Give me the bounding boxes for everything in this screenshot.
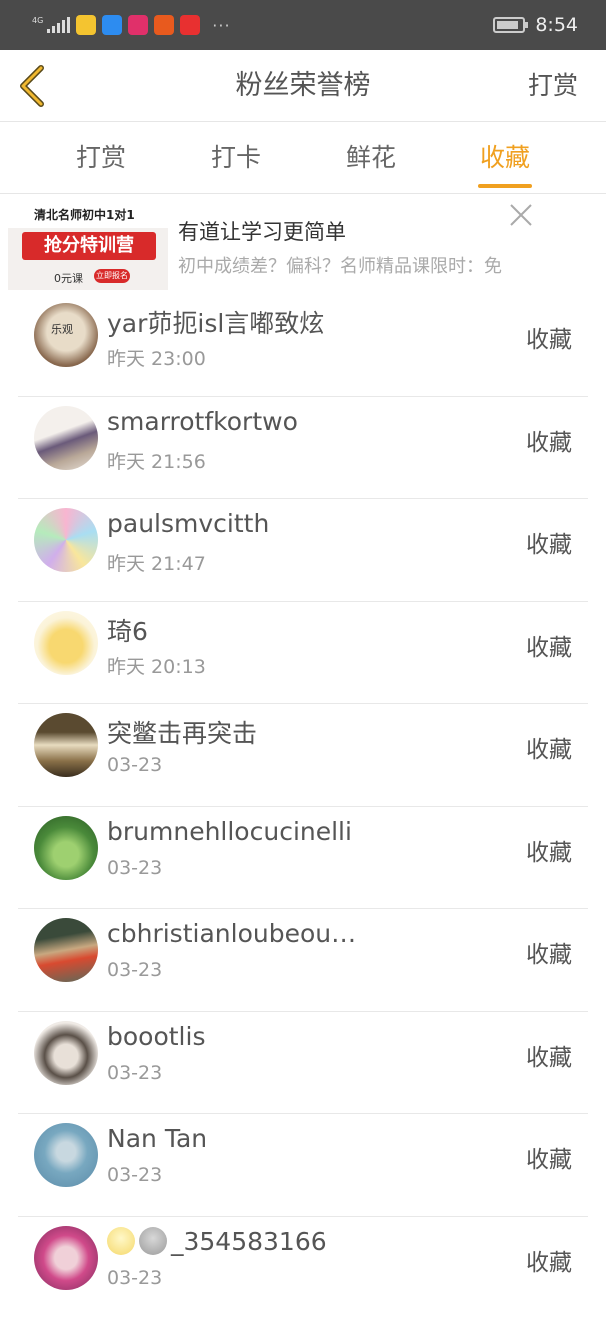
signal-icon: 4G <box>32 17 70 33</box>
app-notification-icon <box>76 15 96 35</box>
avatar[interactable] <box>34 406 98 470</box>
user-name: paulsmvcitth <box>107 509 269 538</box>
action-label: 收藏 <box>526 423 572 457</box>
user-name-text: _354583166 <box>171 1227 327 1256</box>
list-item[interactable]: Nan Tan 03-23 收藏 <box>0 1114 606 1217</box>
nav-bar: 粉丝荣誉榜 打赏 <box>0 50 606 122</box>
action-label: 收藏 <box>526 935 572 969</box>
action-label: 收藏 <box>526 628 572 662</box>
avatar[interactable]: 乐观 <box>34 303 98 367</box>
ad-image-header: 清北名师初中1对1 <box>8 202 168 228</box>
avatar[interactable] <box>34 713 98 777</box>
ad-description: 初中成绩差？偏科？名师精品课限时：免 <box>178 252 594 278</box>
active-tab-indicator <box>478 184 532 188</box>
user-name: _354583166 <box>107 1227 327 1257</box>
timestamp: 03-23 <box>107 1164 162 1186</box>
svg-text:乐观: 乐观 <box>51 323 73 336</box>
avatar[interactable] <box>34 1123 98 1187</box>
user-name: yar茆扼isl言嘟致炫 <box>107 304 324 340</box>
tab-label: 打卡 <box>211 143 261 172</box>
list-item[interactable]: boootlis 03-23 收藏 <box>0 1012 606 1115</box>
status-icons: 4G ··· <box>32 15 231 35</box>
action-label: 收藏 <box>526 833 572 867</box>
action-label: 收藏 <box>526 525 572 559</box>
user-name: 突鳖击再突击 <box>107 714 257 750</box>
avatar[interactable] <box>34 1021 98 1085</box>
tab-flowers[interactable]: 鲜花 <box>316 122 426 194</box>
user-name: Nan Tan <box>107 1124 207 1153</box>
list-item[interactable]: cbhristianloubeou… 03-23 收藏 <box>0 909 606 1012</box>
tab-label: 收藏 <box>480 143 530 172</box>
avatar[interactable] <box>34 508 98 572</box>
avatar[interactable] <box>34 816 98 880</box>
smiley-emoji-icon <box>107 1227 135 1255</box>
timestamp: 03-23 <box>107 1267 162 1289</box>
tab-label: 鲜花 <box>346 143 396 172</box>
app-notification-icon <box>128 15 148 35</box>
page-title: 粉丝荣誉榜 <box>0 50 606 122</box>
timestamp: 03-23 <box>107 857 162 879</box>
close-icon[interactable] <box>508 202 534 228</box>
grey-emoji-icon <box>139 1227 167 1255</box>
timestamp: 昨天 21:56 <box>107 447 206 474</box>
action-label: 收藏 <box>526 1243 572 1277</box>
timestamp: 昨天 20:13 <box>107 652 206 679</box>
list-item[interactable]: brumnehllocucinelli 03-23 收藏 <box>0 807 606 910</box>
avatar[interactable] <box>34 611 98 675</box>
ad-image-price: 0元课 <box>54 270 83 286</box>
ad-title: 有道让学习更简单 <box>178 216 346 246</box>
timestamp: 03-23 <box>107 754 162 776</box>
tab-bar: 打赏 打卡 鲜花 收藏 <box>0 122 606 194</box>
action-label: 收藏 <box>526 1140 572 1174</box>
favorites-list: 乐观 yar茆扼isl言嘟致炫 昨天 23:00 收藏 smarrotfkort… <box>0 294 606 1319</box>
action-label: 收藏 <box>526 730 572 764</box>
ad-banner[interactable]: 清北名师初中1对1 抢分特训营 0元课 立即报名 有道让学习更简单 初中成绩差？… <box>0 194 606 294</box>
app-notification-icon <box>180 15 200 35</box>
ad-image-button: 立即报名 <box>94 269 130 283</box>
list-item[interactable]: 琦6 昨天 20:13 收藏 <box>0 602 606 705</box>
ad-image-banner: 抢分特训营 <box>22 232 156 260</box>
timestamp: 03-23 <box>107 1062 162 1084</box>
network-type: 4G <box>32 17 43 25</box>
more-notifications-icon: ··· <box>212 16 230 35</box>
app-notification-icon <box>102 15 122 35</box>
reward-button[interactable]: 打赏 <box>528 50 578 122</box>
ad-image[interactable]: 清北名师初中1对1 抢分特训营 0元课 立即报名 <box>8 202 168 290</box>
clock: 8:54 <box>535 14 578 36</box>
user-name: smarrotfkortwo <box>107 407 298 436</box>
list-item[interactable]: smarrotfkortwo 昨天 21:56 收藏 <box>0 397 606 500</box>
user-name: cbhristianloubeou… <box>107 919 356 948</box>
user-name: boootlis <box>107 1022 205 1051</box>
user-name: brumnehllocucinelli <box>107 817 352 846</box>
tab-favorites[interactable]: 收藏 <box>450 122 560 194</box>
timestamp: 昨天 23:00 <box>107 344 206 371</box>
list-item[interactable]: 突鳖击再突击 03-23 收藏 <box>0 704 606 807</box>
list-item[interactable]: _354583166 03-23 收藏 <box>0 1217 606 1319</box>
action-label: 收藏 <box>526 320 572 354</box>
action-label: 收藏 <box>526 1038 572 1072</box>
app-notification-icon <box>154 15 174 35</box>
status-bar: 4G ··· 8:54 <box>0 0 606 50</box>
timestamp: 昨天 21:47 <box>107 549 206 576</box>
tab-checkin[interactable]: 打卡 <box>181 122 291 194</box>
list-item[interactable]: 乐观 yar茆扼isl言嘟致炫 昨天 23:00 收藏 <box>0 294 606 397</box>
timestamp: 03-23 <box>107 959 162 981</box>
battery-icon <box>493 17 525 33</box>
tab-reward[interactable]: 打赏 <box>46 122 156 194</box>
avatar[interactable] <box>34 918 98 982</box>
list-item[interactable]: paulsmvcitth 昨天 21:47 收藏 <box>0 499 606 602</box>
user-name: 琦6 <box>107 612 148 648</box>
tab-label: 打赏 <box>76 143 126 172</box>
